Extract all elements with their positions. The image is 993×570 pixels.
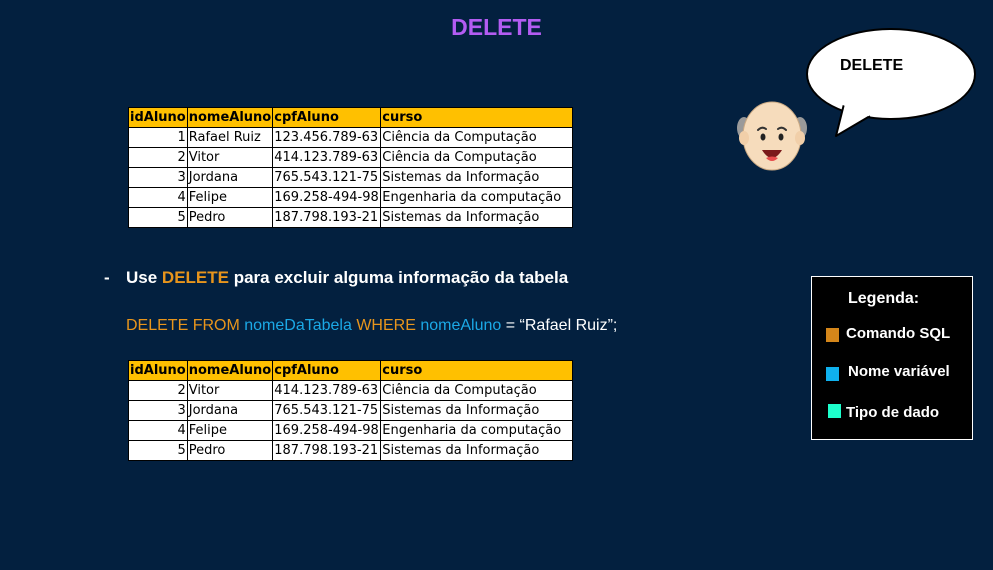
cell-cpf: 123.456.789-63 (272, 127, 382, 148)
header-curso: curso (380, 360, 574, 381)
table-after-delete: idAluno nomeAluno cpfAluno curso 2 Vitor… (128, 360, 574, 461)
cell-id: 2 (128, 147, 188, 168)
legend-label-sql-command: Comando SQL (846, 325, 951, 342)
cell-curso: Sistemas da Informação (380, 400, 574, 421)
speech-bubble-tail-icon (835, 99, 871, 137)
speech-bubble-text: DELETE (840, 57, 904, 74)
cell-curso: Ciência da Computação (380, 127, 574, 148)
table-row: 1 Rafael Ruiz 123.456.789-63 Ciência da … (128, 127, 574, 148)
header-curso: curso (380, 107, 574, 128)
table-row: 5 Pedro 187.798.193-21 Sistemas da Infor… (128, 440, 574, 461)
legend-box: Legenda: Comando SQL Nome variável Tipo … (811, 276, 973, 440)
header-nomealuno: nomeAluno (186, 107, 274, 128)
sql-keyword-where: WHERE (356, 317, 416, 334)
cell-nome: Vitor (186, 380, 274, 401)
header-idaluno: idAluno (128, 107, 188, 128)
table-row: 2 Vitor 414.123.789-63 Ciência da Comput… (128, 380, 574, 401)
cell-nome: Felipe (186, 420, 274, 441)
cell-cpf: 414.123.789-63 (272, 380, 382, 401)
cell-nome: Jordana (186, 167, 274, 188)
bald-man-avatar-icon (737, 101, 807, 171)
cell-nome: Pedro (186, 440, 274, 461)
header-nomealuno: nomeAluno (186, 360, 274, 381)
bullet-dash: - (104, 268, 110, 287)
instruction-bullet: - Use DELETE para excluir alguma informaç… (104, 268, 568, 288)
legend-swatch-data-type (828, 404, 841, 418)
cell-nome: Felipe (186, 187, 274, 208)
cell-id: 4 (128, 187, 188, 208)
cell-cpf: 169.258-494-98 (272, 187, 382, 208)
cell-curso: Ciência da Computação (380, 380, 574, 401)
cell-curso: Ciência da Computação (380, 147, 574, 168)
sql-condition-value: = “Rafael Ruiz”; (505, 317, 618, 334)
cell-nome: Vitor (186, 147, 274, 168)
cell-nome: Jordana (186, 400, 274, 421)
table-row: 3 Jordana 765.543.121-75 Sistemas da Inf… (128, 167, 574, 188)
table-row: 2 Vitor 414.123.789-63 Ciência da Comput… (128, 147, 574, 168)
legend-title: Legenda: (848, 290, 920, 307)
cell-id: 5 (128, 440, 188, 461)
table-before-delete: idAluno nomeAluno cpfAluno curso 1 Rafae… (128, 107, 574, 228)
legend-swatch-sql-command (826, 328, 839, 342)
cell-curso: Sistemas da Informação (380, 167, 574, 188)
sql-table-name: nomeDaTabela (244, 317, 352, 334)
legend-swatch-variable-name (826, 367, 839, 381)
header-idaluno: idAluno (128, 360, 188, 381)
bullet-suffix: para excluir alguma informação da tabela (228, 268, 569, 287)
table-row: 3 Jordana 765.543.121-75 Sistemas da Inf… (128, 400, 574, 421)
cell-cpf: 765.543.121-75 (272, 400, 382, 421)
table-header-row: idAluno nomeAluno cpfAluno curso (128, 107, 574, 128)
cell-curso: Engenharia da computação (380, 187, 574, 208)
sql-statement: DELETE FROM nomeDaTabela WHERE nomeAluno… (126, 317, 617, 335)
header-cpfaluno: cpfAluno (272, 107, 382, 128)
legend-label-variable-name: Nome variável (848, 363, 950, 380)
cell-cpf: 414.123.789-63 (272, 147, 382, 168)
cell-id: 2 (128, 380, 188, 401)
cell-curso: Sistemas da Informação (380, 207, 574, 228)
table-row: 4 Felipe 169.258-494-98 Engenharia da co… (128, 420, 574, 441)
cell-curso: Engenharia da computação (380, 420, 574, 441)
legend-label-data-type: Tipo de dado (846, 404, 940, 421)
table-row: 4 Felipe 169.258-494-98 Engenharia da co… (128, 187, 574, 208)
cell-curso: Sistemas da Informação (380, 440, 574, 461)
sql-keyword-delete-from: DELETE FROM (126, 317, 240, 334)
cell-cpf: 169.258-494-98 (272, 420, 382, 441)
cell-id: 5 (128, 207, 188, 228)
bullet-keyword: DELETE (161, 268, 229, 287)
cell-id: 1 (128, 127, 188, 148)
table-header-row: idAluno nomeAluno cpfAluno curso (128, 360, 574, 381)
cell-nome: Rafael Ruiz (186, 127, 274, 148)
sql-column-name: nomeAluno (420, 317, 502, 334)
cell-cpf: 765.543.121-75 (272, 167, 382, 188)
cell-id: 3 (128, 167, 188, 188)
bullet-prefix: Use (126, 268, 162, 287)
cell-nome: Pedro (186, 207, 274, 228)
cell-id: 3 (128, 400, 188, 421)
header-cpfaluno: cpfAluno (272, 360, 382, 381)
cell-cpf: 187.798.193-21 (272, 207, 382, 228)
cell-cpf: 187.798.193-21 (272, 440, 382, 461)
table-row: 5 Pedro 187.798.193-21 Sistemas da Infor… (128, 207, 574, 228)
cell-id: 4 (128, 420, 188, 441)
